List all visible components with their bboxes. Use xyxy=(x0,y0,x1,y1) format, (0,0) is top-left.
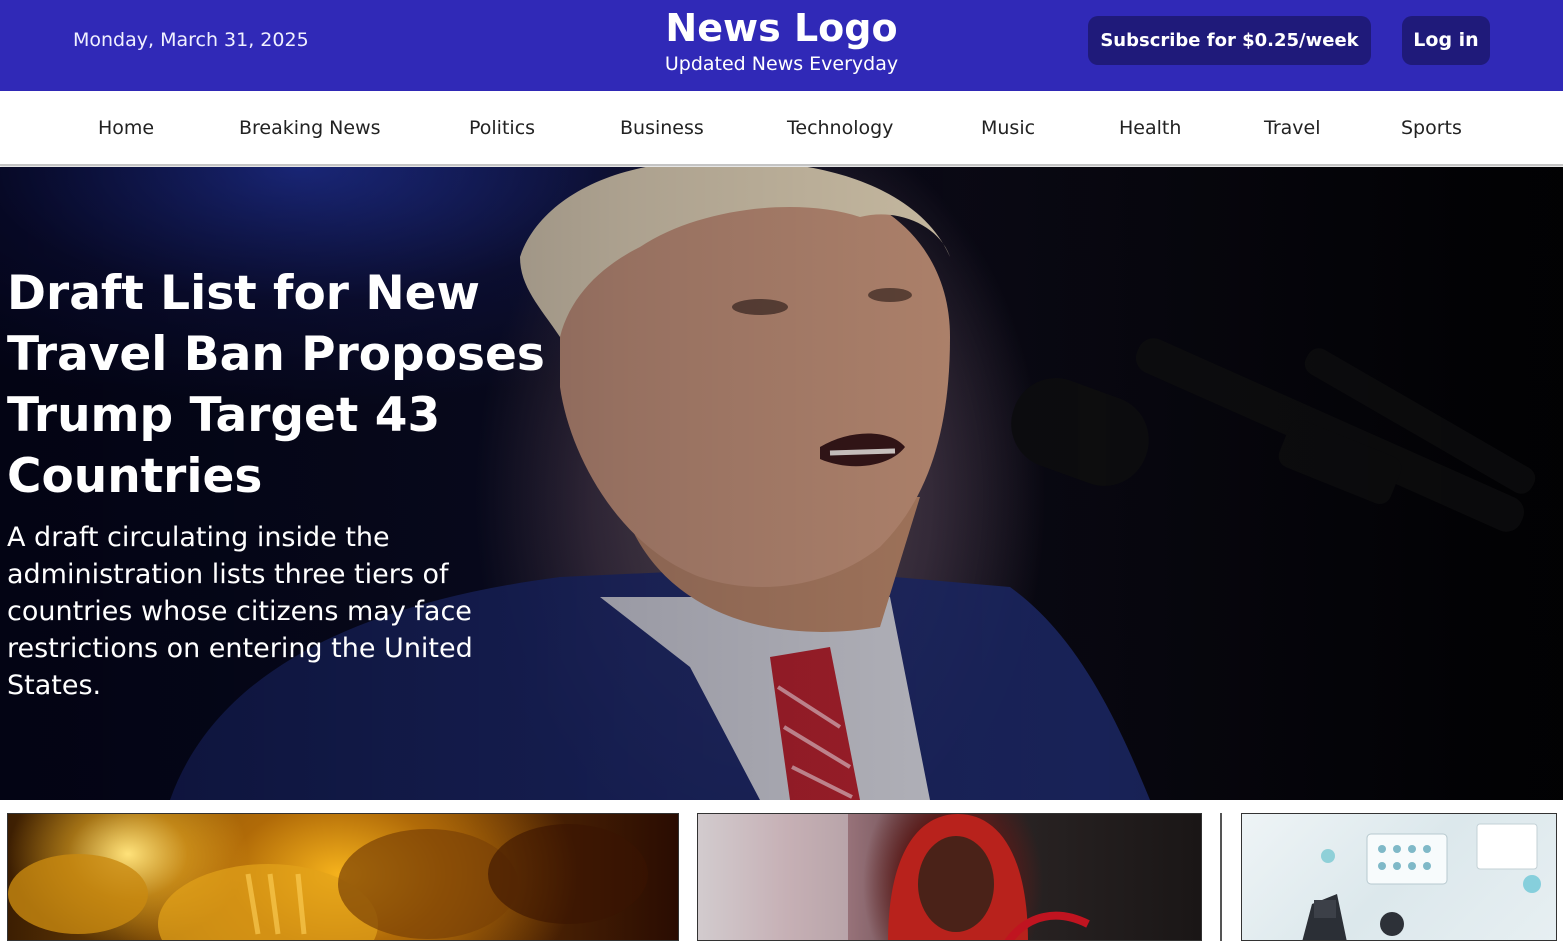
main-nav: Home Breaking News Politics Business Tec… xyxy=(0,91,1563,166)
story-card-business[interactable] xyxy=(7,813,679,941)
site-tagline: Updated News Everyday xyxy=(664,53,899,75)
lab-equipment-image xyxy=(1302,823,1541,940)
nav-item-technology[interactable]: Technology xyxy=(787,115,893,141)
hero-headline[interactable]: Draft List for New Travel Ban Proposes T… xyxy=(7,263,567,507)
hero-summary: A draft circulating inside the administr… xyxy=(7,522,473,701)
musician-photo xyxy=(698,814,1090,940)
nav-item-business[interactable]: Business xyxy=(620,115,704,141)
nav-item-health[interactable]: Health xyxy=(1119,115,1181,141)
nav-item-travel[interactable]: Travel xyxy=(1264,115,1320,141)
story-card-health[interactable] xyxy=(1241,813,1557,941)
nav-item-music[interactable]: Music xyxy=(981,115,1035,141)
hero-story[interactable]: Draft List for New Travel Ban Proposes T… xyxy=(0,167,1563,800)
column-divider xyxy=(1220,813,1222,941)
site-logo[interactable]: News Logo xyxy=(560,6,1003,50)
story-card-music[interactable] xyxy=(697,813,1202,941)
current-date: Monday, March 31, 2025 xyxy=(73,29,309,51)
subscribe-button[interactable]: Subscribe for $0.25/week xyxy=(1088,16,1371,65)
site-header: Monday, March 31, 2025 News Logo Updated… xyxy=(0,0,1563,91)
nav-item-politics[interactable]: Politics xyxy=(469,115,535,141)
brand[interactable]: News Logo Updated News Everyday xyxy=(560,6,1003,76)
nav-item-sports[interactable]: Sports xyxy=(1401,115,1462,141)
nav-item-breaking-news[interactable]: Breaking News xyxy=(239,115,381,141)
login-button[interactable]: Log in xyxy=(1402,16,1490,65)
nav-item-home[interactable]: Home xyxy=(98,115,154,141)
gold-coins-image xyxy=(8,824,648,940)
